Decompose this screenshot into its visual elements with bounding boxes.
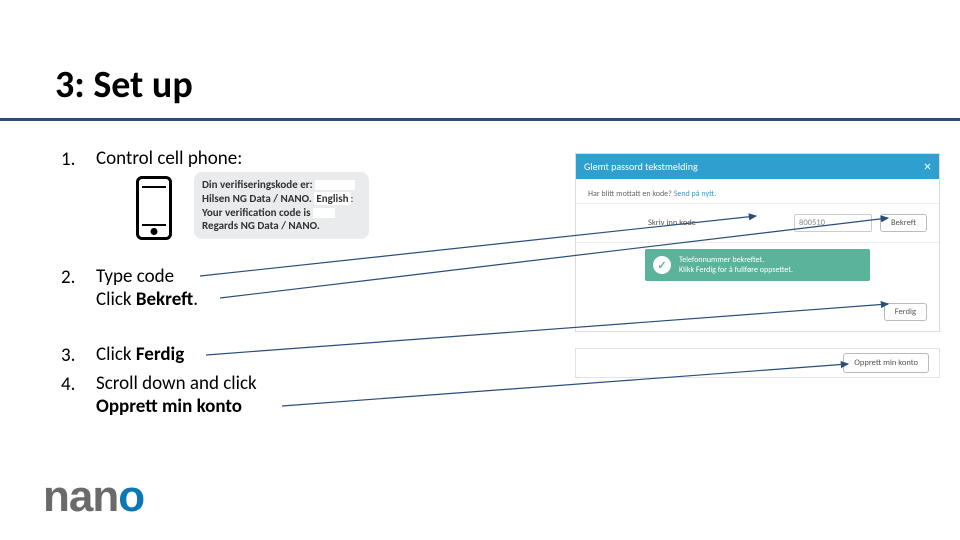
step-3-text: Click Ferdig [96,344,184,367]
sms-bubble: Din verifiseringskode er: Hilsen NG Data… [194,172,369,239]
sms-line3: Your verification code is [202,206,310,219]
step-4-opprett: Opprett min konto [96,395,242,418]
step-2-text: Type code Click Bekreft. [96,266,198,312]
title-underline [0,118,960,121]
opprett-strip: Opprett min konto [575,348,940,378]
code-input[interactable]: 800510 [794,214,872,232]
close-icon[interactable]: × [924,158,931,175]
step-4-line1: Scroll down and click [96,372,257,395]
step-2-bekreft: Bekreft [136,288,193,311]
confirm-box: ✓ Telefonnummer bekreftet. Klikk Ferdig … [645,249,870,281]
step-2-line1: Type code [96,265,174,288]
opprett-button[interactable]: Opprett min konto [843,353,929,373]
step-3-line1a: Click [96,343,136,366]
confirm-line2: Klikk Ferdig for å fullføre oppsettet. [679,265,793,275]
sms-line1: Din verifiseringskode er: [202,178,313,191]
step-3-number: 3. [61,344,75,367]
bekreft-button[interactable]: Bekreft [880,214,927,232]
step-3-ferdig: Ferdig [136,343,184,366]
nano-logo: nano [43,472,144,522]
step-4-text: Scroll down and click Opprett min konto [96,373,257,419]
resend-link[interactable]: Send på nytt. [674,189,717,199]
logo-n1: n [43,472,69,521]
step-2-number: 2. [61,266,75,289]
dialog-sent-prefix: Har blitt mottatt en kode? [588,189,674,199]
ferdig-button[interactable]: Ferdig [884,303,927,321]
code-label: Skriv inn kode [588,218,696,228]
step-2-line2c: . [193,288,198,311]
logo-o: o [118,472,144,521]
sms-english-label: English [314,192,350,205]
code-row: Skriv inn kode 800510 Bekreft [576,204,939,243]
dialog-info: Har blitt mottatt en kode? Send på nytt. [576,179,939,204]
sms-line2: Hilsen NG Data / NANO. [202,192,314,205]
step-4-number: 4. [61,373,75,396]
sms-dialog: Glemt passord tekstmelding × Har blitt m… [575,153,940,332]
check-icon: ✓ [653,256,671,274]
logo-a: a [69,472,92,521]
phone-icon [136,176,172,240]
logo-n2: n [92,472,118,521]
step-2-line2a: Click [96,288,136,311]
sms-line4: Regards NG Data / NANO. [202,219,320,232]
step-1-number: 1. [61,148,75,171]
dialog-header: Glemt passord tekstmelding × [576,154,939,179]
step-1-text: Control cell phone: [96,148,242,171]
dialog-title: Glemt passord tekstmelding [584,160,698,173]
confirm-line1: Telefonnummer bekreftet. [679,255,793,265]
slide-title: 3: Set up [55,62,193,108]
